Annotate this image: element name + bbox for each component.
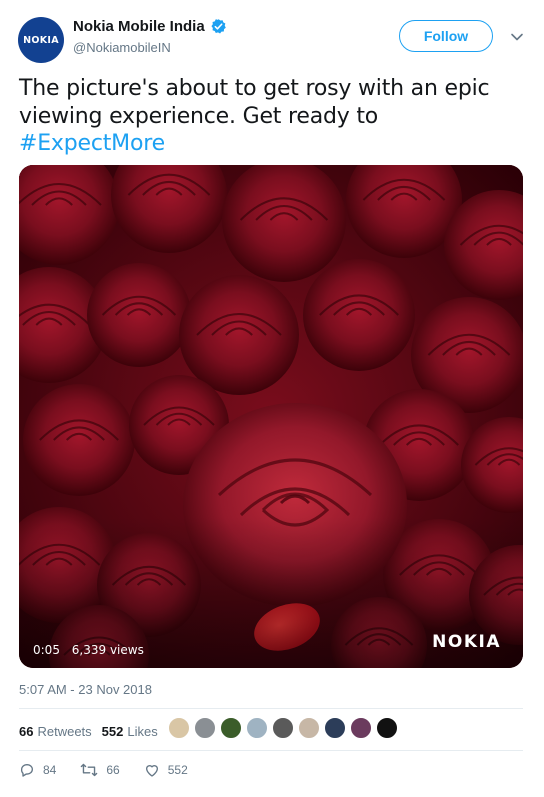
engagement-stats: 66 Retweets 552 Likes — [19, 720, 168, 742]
video-meta: 0:05 6,339 views — [33, 643, 152, 657]
tweet-text-body: The picture's about to get rosy with an … — [19, 76, 490, 129]
likes-label: Likes — [127, 723, 158, 739]
liker-avatar[interactable] — [168, 717, 190, 739]
divider — [19, 750, 523, 751]
liker-avatar[interactable] — [194, 717, 216, 739]
liker-avatar[interactable] — [376, 717, 398, 739]
liker-avatar[interactable] — [272, 717, 294, 739]
like-count: 552 — [167, 763, 188, 777]
display-name[interactable]: Nokia Mobile India — [73, 18, 205, 35]
retweets-label: Retweets — [37, 723, 92, 739]
liker-avatars — [168, 717, 402, 739]
tweet-timestamp[interactable]: 5:07 AM - 23 Nov 2018 — [19, 682, 152, 697]
video-views: 6,339 views — [71, 643, 144, 657]
avatar-logo-text: NOKIA — [23, 34, 59, 46]
name-row: Nokia Mobile India — [73, 18, 227, 35]
retweet-button[interactable]: 66 — [80, 762, 120, 778]
divider — [19, 708, 523, 709]
liker-avatar[interactable] — [298, 717, 320, 739]
follow-button[interactable]: Follow — [399, 20, 493, 52]
like-button[interactable]: 552 — [144, 762, 188, 778]
retweets-count: 66 — [19, 723, 34, 739]
roses-video-frame — [19, 165, 523, 668]
retweets-stat[interactable]: 66 Retweets — [19, 724, 92, 739]
liker-avatar[interactable] — [324, 717, 346, 739]
tweet-header: NOKIA Nokia Mobile India @NokiamobileIN … — [0, 0, 544, 66]
chevron-down-icon[interactable] — [510, 30, 524, 44]
video-player[interactable]: 0:05 6,339 views NOKIA — [19, 165, 523, 668]
tweet-text: The picture's about to get rosy with an … — [19, 75, 529, 158]
likes-count: 552 — [101, 723, 124, 739]
retweet-icon — [81, 763, 98, 777]
reply-button[interactable]: 84 — [19, 762, 56, 778]
liker-avatar[interactable] — [220, 717, 242, 739]
tweet-actions: 84 66 552 — [19, 762, 212, 778]
heart-icon — [145, 765, 158, 777]
hashtag-link[interactable]: #ExpectMore — [19, 131, 165, 156]
avatar[interactable]: NOKIA — [18, 17, 64, 63]
liker-avatar[interactable] — [246, 717, 268, 739]
retweet-count: 66 — [106, 763, 120, 777]
reply-icon — [20, 764, 34, 777]
reply-count: 84 — [43, 763, 57, 777]
user-handle[interactable]: @NokiamobileIN — [73, 40, 171, 55]
video-duration: 0:05 — [33, 643, 60, 657]
liker-avatar[interactable] — [350, 717, 372, 739]
likes-stat[interactable]: 552 Likes — [102, 724, 158, 739]
verified-badge-icon — [211, 19, 226, 34]
nokia-watermark-logo: NOKIA — [432, 632, 501, 652]
